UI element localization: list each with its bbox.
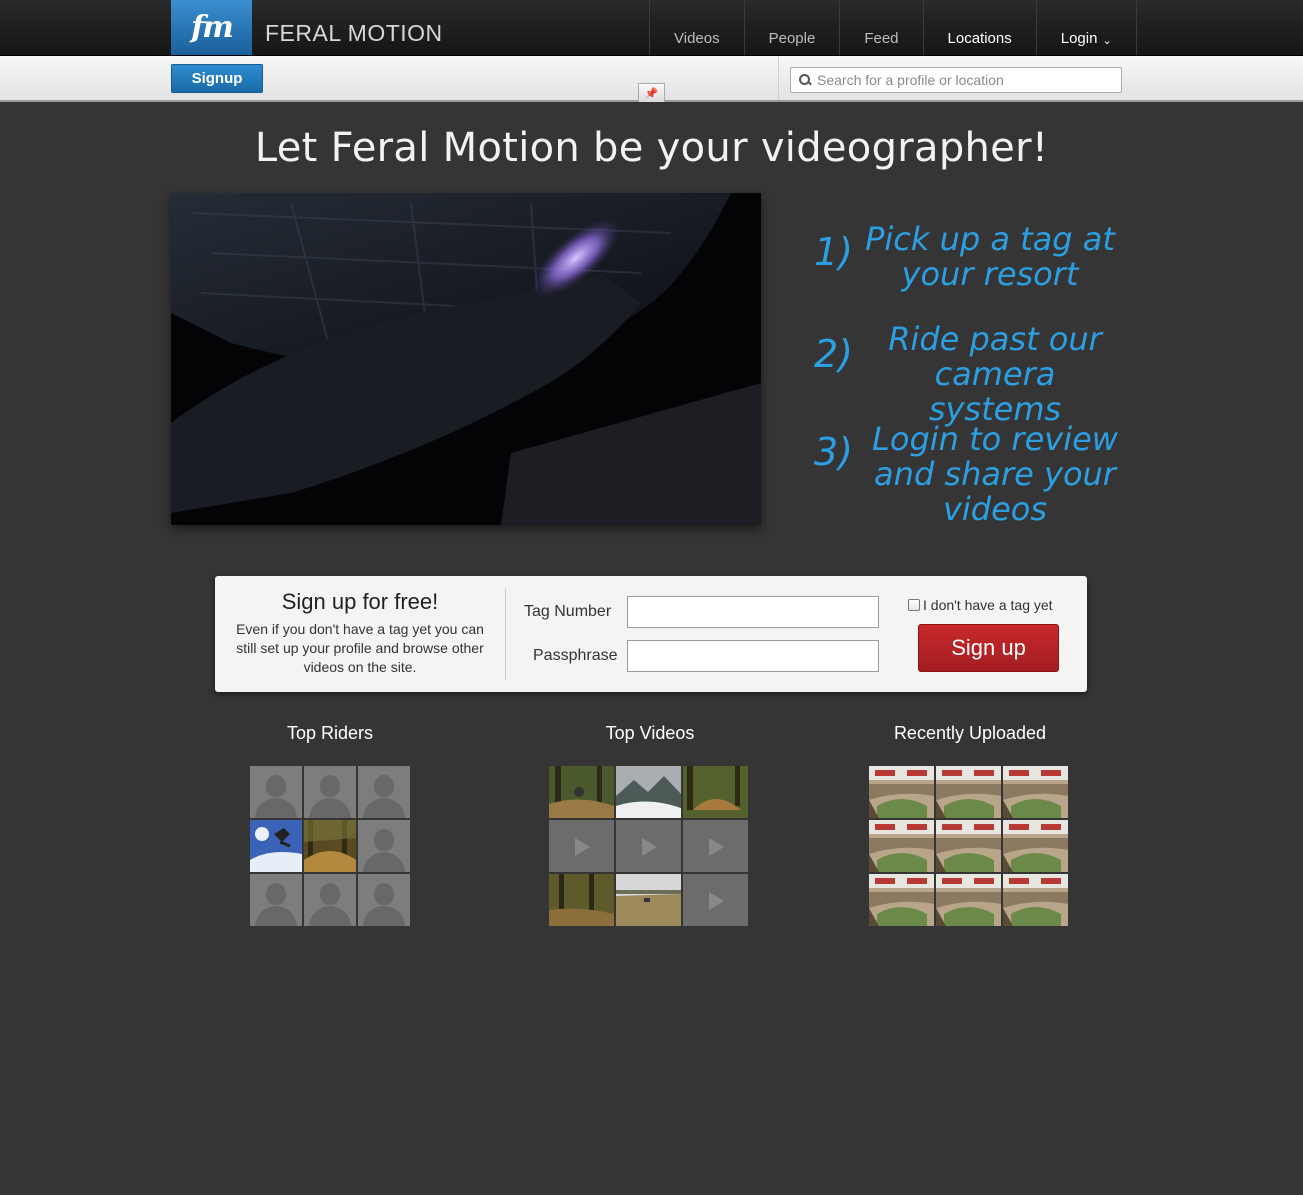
woods-thumb bbox=[549, 874, 614, 926]
step-1-text: Pick up a tag at your resort bbox=[865, 220, 1115, 293]
main-nav: Videos People Feed Locations Login ⌄ bbox=[649, 0, 1137, 55]
recent-video-thumbnail[interactable] bbox=[936, 766, 1001, 818]
nav-feed-label: Feed bbox=[864, 30, 899, 47]
rider-avatar[interactable] bbox=[304, 766, 356, 818]
top-riders-title: Top Riders bbox=[286, 723, 374, 743]
recently-uploaded-title: Recently Uploaded bbox=[893, 723, 1047, 743]
signup-description: Even if you don't have a tag yet you can… bbox=[236, 621, 484, 675]
nav-login[interactable]: Login ⌄ bbox=[1035, 0, 1137, 55]
video-thumbnail[interactable] bbox=[683, 766, 748, 818]
tag-number-input[interactable] bbox=[627, 596, 879, 628]
play-icon bbox=[709, 892, 724, 910]
nav-locations-label: Locations bbox=[947, 30, 1012, 47]
dirt-jump-thumb bbox=[683, 766, 748, 818]
snowy-mountain-thumb bbox=[616, 766, 681, 818]
step-2-text: Ride past our camera systems bbox=[888, 320, 1102, 428]
video-placeholder[interactable] bbox=[683, 820, 748, 872]
signup-button[interactable]: Signup bbox=[171, 64, 263, 93]
search-box[interactable] bbox=[790, 67, 1122, 93]
signup-heading: Sign up for free! bbox=[281, 589, 439, 614]
search-input[interactable] bbox=[817, 72, 1107, 88]
signup-submit-button[interactable]: Sign up bbox=[918, 624, 1059, 672]
play-icon bbox=[642, 838, 657, 856]
video-thumbnail[interactable] bbox=[549, 766, 614, 818]
rider-avatar[interactable] bbox=[304, 874, 356, 926]
signup-intro: Sign up for free! Even if you don't have… bbox=[215, 576, 505, 692]
recent-video-thumbnail[interactable] bbox=[1003, 874, 1068, 926]
nav-videos[interactable]: Videos bbox=[649, 0, 744, 55]
recently-uploaded-grid bbox=[869, 766, 1068, 926]
recent-video-thumbnail[interactable] bbox=[936, 820, 1001, 872]
nav-locations[interactable]: Locations bbox=[922, 0, 1036, 55]
play-icon bbox=[575, 838, 590, 856]
nav-login-label: Login bbox=[1060, 30, 1098, 47]
page-title: Let Feral Motion be your videographer! bbox=[254, 125, 1049, 171]
tag-number-label: Tag Number bbox=[524, 603, 612, 620]
top-riders-grid bbox=[250, 766, 410, 926]
step-1-number: 1) bbox=[814, 230, 854, 274]
logo-mark: fm bbox=[191, 10, 234, 45]
video-thumbnail[interactable] bbox=[616, 766, 681, 818]
step-2-number: 2) bbox=[814, 332, 854, 376]
forest-ride-thumb bbox=[549, 766, 614, 818]
divider bbox=[505, 588, 506, 680]
top-navigation-bar: fm FERAL MOTION Videos People Feed Locat… bbox=[0, 0, 1303, 56]
video-thumbnail[interactable] bbox=[549, 874, 614, 926]
promo-video[interactable] bbox=[171, 193, 761, 525]
recent-video-thumbnail[interactable] bbox=[1003, 766, 1068, 818]
video-placeholder[interactable] bbox=[616, 820, 681, 872]
recent-video-thumbnail[interactable] bbox=[869, 874, 934, 926]
no-tag-option[interactable]: I don't have a tag yet bbox=[908, 597, 1053, 613]
brand-name[interactable]: FERAL MOTION bbox=[265, 20, 443, 47]
rider-photo-snowboard[interactable] bbox=[250, 820, 302, 872]
pin-icon[interactable]: 📌 bbox=[638, 83, 665, 102]
step-3-text: Login to review and share your videos bbox=[872, 420, 1118, 528]
nav-videos-label: Videos bbox=[674, 30, 720, 47]
video-still-image bbox=[171, 193, 761, 525]
nav-people-label: People bbox=[768, 30, 816, 47]
logo[interactable]: fm bbox=[171, 0, 252, 55]
top-videos-title: Top Videos bbox=[605, 723, 695, 743]
rider-avatar[interactable] bbox=[358, 766, 410, 818]
chevron-down-icon: ⌄ bbox=[1102, 35, 1112, 47]
recent-video-thumbnail[interactable] bbox=[869, 820, 934, 872]
rider-avatar[interactable] bbox=[250, 766, 302, 818]
passphrase-input[interactable] bbox=[627, 640, 879, 672]
field-thumb bbox=[616, 874, 681, 926]
rider-photo-trail[interactable] bbox=[304, 820, 356, 872]
rider-avatar[interactable] bbox=[358, 874, 410, 926]
play-icon bbox=[709, 838, 724, 856]
video-placeholder[interactable] bbox=[683, 874, 748, 926]
step-3-number: 3) bbox=[814, 430, 854, 474]
recent-video-thumbnail[interactable] bbox=[1003, 820, 1068, 872]
signup-panel: Sign up for free! Even if you don't have… bbox=[215, 576, 1087, 692]
snowboard-image bbox=[250, 820, 302, 872]
no-tag-checkbox[interactable] bbox=[908, 599, 920, 611]
nav-people[interactable]: People bbox=[743, 0, 840, 55]
recent-video-thumbnail[interactable] bbox=[936, 874, 1001, 926]
rider-avatar[interactable] bbox=[358, 820, 410, 872]
sub-toolbar: Signup 📌 bbox=[0, 56, 1303, 102]
top-videos-grid bbox=[549, 766, 748, 926]
no-tag-label: I don't have a tag yet bbox=[923, 597, 1053, 613]
trail-image bbox=[304, 820, 356, 872]
search-icon bbox=[798, 73, 812, 87]
passphrase-label: Passphrase bbox=[533, 647, 618, 664]
recent-video-thumbnail[interactable] bbox=[869, 766, 934, 818]
rider-avatar[interactable] bbox=[250, 874, 302, 926]
video-thumbnail[interactable] bbox=[616, 874, 681, 926]
video-placeholder[interactable] bbox=[549, 820, 614, 872]
nav-feed[interactable]: Feed bbox=[839, 0, 922, 55]
search-area bbox=[778, 56, 1303, 100]
